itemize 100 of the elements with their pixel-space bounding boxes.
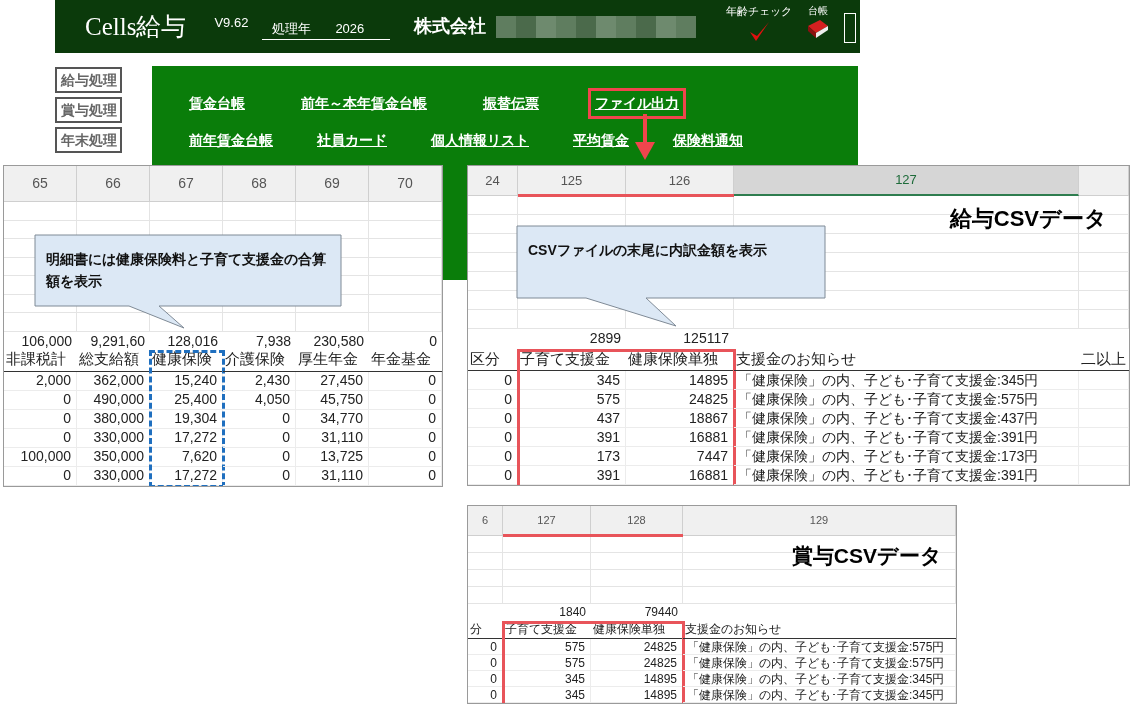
header-cell-text: 支援金のお知らせ — [735, 348, 856, 369]
table-cell: 100,000 — [4, 447, 77, 467]
table-cell: 「健康保険」の内、子ども･子育て支援金:575円 — [683, 655, 956, 671]
table-cell: 14895 — [626, 371, 734, 390]
table-cell: 24825 — [591, 655, 683, 671]
menu-link[interactable]: 前年賃金台帳 — [182, 125, 280, 156]
menu-link[interactable]: 保険料通知 — [666, 125, 750, 156]
column-header[interactable]: 70 — [369, 166, 442, 202]
table-cell: 0 — [468, 671, 503, 687]
column-header[interactable]: 65 — [4, 166, 77, 202]
table-cell: 0 — [369, 390, 442, 410]
header-cell-text: 総支給額 — [78, 349, 139, 369]
column-header[interactable]: 67 — [150, 166, 223, 202]
table-cell: 330,000 — [77, 466, 150, 486]
header-cell-text: 年金基金 — [370, 349, 431, 369]
menu-link[interactable]: 個人情報リスト — [424, 125, 536, 156]
table-cell: 575 — [503, 639, 591, 655]
table-cell: 330,000 — [77, 428, 150, 448]
column-header[interactable]: 69 — [296, 166, 369, 202]
down-arrow — [633, 114, 657, 162]
table-cell: 7447 — [626, 447, 734, 466]
column-header[interactable]: 126 — [626, 166, 734, 196]
table-cell: 0 — [468, 428, 518, 447]
column-header[interactable]: 128 — [591, 506, 683, 536]
table-cell: 0 — [468, 466, 518, 485]
header-cell-text: 二以上 — [1080, 348, 1126, 369]
column-header[interactable]: 6 — [468, 506, 503, 536]
column-header[interactable]: 129 — [683, 506, 956, 536]
table-cell: 345 — [518, 371, 626, 390]
total-cell-text: 2899 — [588, 329, 622, 348]
total-cell-text: 79440 — [643, 604, 679, 621]
header-cell-text: 支援金のお知らせ — [684, 621, 781, 638]
table-cell: 「健康保険」の内、子ども･子育て支援金:345円 — [734, 371, 1079, 390]
table-cell: 0 — [4, 428, 77, 448]
table-cell: 「健康保険」の内、子ども･子育て支援金:345円 — [683, 671, 956, 687]
menu-link[interactable]: 平均賃金 — [566, 125, 636, 156]
table-cell: 0 — [468, 687, 503, 703]
side-button[interactable] — [844, 13, 856, 44]
table-cell: 「健康保険」の内、子ども･子育て支援金:391円 — [734, 428, 1079, 447]
sidebar-button[interactable]: 賞与処理 — [55, 97, 122, 123]
table-cell: 27,450 — [296, 371, 369, 391]
table-cell: 362,000 — [77, 371, 150, 391]
total-cell-text: 128,016 — [166, 331, 219, 351]
table-cell: 2,000 — [4, 371, 77, 391]
table-cell: 0 — [4, 409, 77, 429]
table-cell: 0 — [468, 639, 503, 655]
table-cell: 19,304 — [150, 409, 223, 429]
menu-link[interactable]: ファイル出力 — [588, 88, 686, 119]
header-cell-text: 厚生年金 — [297, 349, 358, 369]
callout-text: 明細書には健康保険料と子育て支援金の合算額を表示 — [46, 250, 327, 291]
total-cell-text: 230,580 — [312, 331, 365, 351]
table-cell: 0 — [223, 428, 296, 448]
table-cell: 0 — [468, 390, 518, 409]
table-cell: 0 — [468, 655, 503, 671]
column-header[interactable]: 125 — [518, 166, 626, 196]
empty-cell — [1079, 428, 1129, 447]
total-cell-text: 106,000 — [20, 331, 73, 351]
table-cell: 25,400 — [150, 390, 223, 410]
table-cell: 「健康保険」の内、子ども･子育て支援金:173円 — [734, 447, 1079, 466]
book-icon[interactable] — [806, 18, 830, 41]
header-cell-text: 分 — [469, 621, 482, 638]
empty-cell — [1079, 447, 1129, 466]
menu-link[interactable]: 前年～本年賃金台帳 — [294, 88, 434, 119]
menu-link[interactable]: 振替伝票 — [476, 88, 546, 119]
table-cell: 「健康保険」の内、子ども･子育て支援金:391円 — [734, 466, 1079, 485]
table-cell: 0 — [4, 390, 77, 410]
column-header[interactable]: 66 — [77, 166, 150, 202]
table-cell: 16881 — [626, 466, 734, 485]
total-cell-text: 9,291,60 — [89, 331, 146, 351]
table-cell: 391 — [518, 466, 626, 485]
table-cell: 0 — [369, 466, 442, 486]
table-cell: 13,725 — [296, 447, 369, 467]
header-cell-text: 子育て支援金 — [519, 348, 610, 369]
table-cell: 18867 — [626, 409, 734, 428]
sidebar-button[interactable]: 年末処理 — [55, 127, 122, 153]
header-cell-text: 健康保険単独 — [592, 621, 665, 638]
header-cell-text: 健康保険単独 — [627, 348, 718, 369]
year-field[interactable]: 処理年 2026 — [262, 19, 391, 40]
menu-link[interactable]: 社員カード — [310, 125, 394, 156]
callout-text: CSVファイルの末尾に内訳金額を表示 — [528, 241, 768, 260]
table-cell: 345 — [503, 687, 591, 703]
column-header[interactable]: 68 — [223, 166, 296, 202]
sidebar-button[interactable]: 給与処理 — [55, 67, 122, 93]
table-cell: 0 — [223, 409, 296, 429]
total-cell-text: 0 — [428, 331, 438, 351]
total-cell-text: 125117 — [682, 329, 730, 348]
column-header[interactable]: 127 — [503, 506, 591, 536]
table-cell: 391 — [518, 428, 626, 447]
table-cell: 16881 — [626, 428, 734, 447]
column-header[interactable]: 24 — [468, 166, 518, 196]
table-cell: 0 — [468, 447, 518, 466]
table-cell: 24825 — [626, 390, 734, 409]
table-cell: 0 — [4, 466, 77, 486]
column-header[interactable]: 127 — [734, 166, 1079, 196]
empty-cell — [1079, 409, 1129, 428]
total-cell-text: 1840 — [558, 604, 587, 621]
header-cell-text: 区分 — [469, 348, 500, 369]
menu-link[interactable]: 賃金台帳 — [182, 88, 252, 119]
header-cell-text: 非課税計 — [5, 349, 66, 369]
table-cell: 2,430 — [223, 371, 296, 391]
